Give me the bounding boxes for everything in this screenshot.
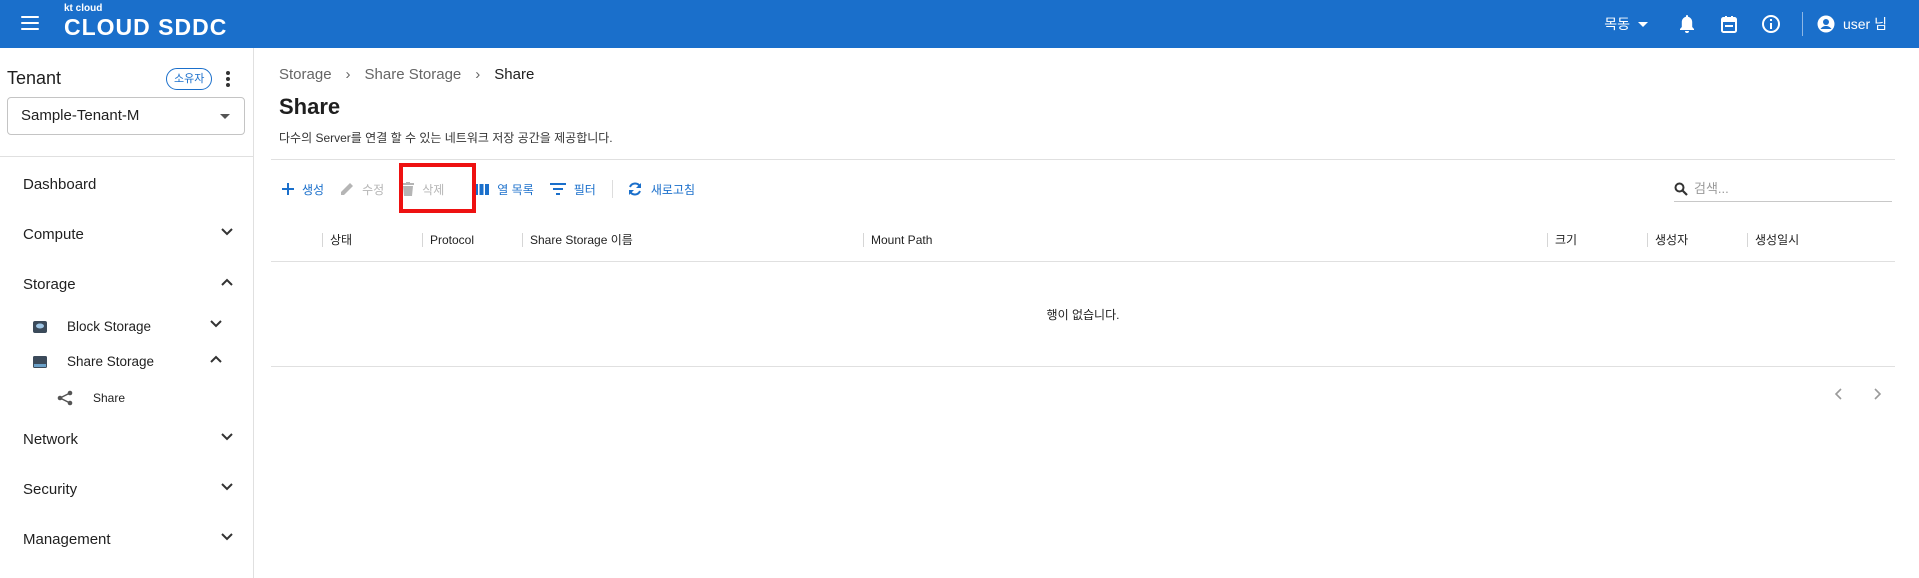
chevron-down-icon: [210, 320, 222, 328]
create-button-label: 생성: [302, 182, 325, 197]
share-icon: [57, 390, 73, 406]
owner-badge[interactable]: 소유자: [166, 68, 213, 90]
sidebar-item-security[interactable]: Security: [23, 481, 233, 498]
sidebar-item-share-storage[interactable]: Share Storage: [32, 354, 222, 369]
breadcrumb-storage[interactable]: Storage: [279, 66, 332, 83]
topbar-divider: [1801, 12, 1803, 36]
tenant-select-value: Sample-Tenant-M: [21, 107, 140, 124]
sidebar-divider: [0, 156, 253, 157]
sidebar-item-label: Dashboard: [23, 176, 97, 193]
chevron-right-icon: ›: [475, 66, 481, 83]
chevron-down-icon: [221, 483, 233, 491]
user-name: user 님: [1842, 16, 1887, 32]
refresh-button[interactable]: 새로고침: [627, 181, 695, 198]
column-header-protocol[interactable]: Protocol: [422, 233, 474, 247]
refresh-button-label: 새로고침: [650, 182, 696, 197]
edit-button[interactable]: 수정: [340, 181, 384, 198]
toolbar-divider: [611, 180, 613, 198]
chevron-down-icon: [221, 433, 233, 441]
edit-button-label: 수정: [362, 182, 385, 197]
block-storage-icon: [33, 320, 47, 333]
sidebar-item-label: Storage: [23, 276, 76, 293]
chevron-right-icon[interactable]: [1869, 386, 1885, 402]
sidebar-item-compute[interactable]: Compute: [23, 226, 233, 243]
refresh-icon: [628, 182, 641, 196]
delete-highlight-box: [399, 163, 476, 213]
chevron-right-icon: ›: [345, 66, 351, 83]
info-icon[interactable]: [1760, 13, 1782, 35]
caret-down-icon: [220, 114, 230, 119]
page-title: Share: [279, 94, 341, 119]
sidebar-item-label: Share: [93, 391, 126, 405]
tenant-title: Tenant: [7, 68, 62, 88]
sidebar-item-label: Network: [23, 431, 79, 448]
sidebar: Tenant 소유자 Sample-Tenant-M Dashboard Com…: [0, 48, 254, 578]
top-app-bar: kt cloud CLOUD SDDC 목동 user 님: [0, 0, 1919, 48]
more-vert-icon[interactable]: [225, 71, 231, 87]
sidebar-item-label: Compute: [23, 226, 84, 243]
sidebar-item-dashboard[interactable]: Dashboard: [23, 176, 233, 193]
grid-toolbar: 생성 수정 삭제 열 목록 필터 새로고침: [282, 178, 711, 200]
sidebar-item-label: Management: [23, 531, 111, 548]
column-header-mount-path[interactable]: Mount Path: [863, 233, 932, 247]
create-button[interactable]: 생성: [282, 181, 324, 198]
pencil-icon: [341, 183, 354, 195]
content-divider: [271, 159, 1895, 160]
search-icon: [1674, 182, 1688, 196]
logo-small-text: kt cloud: [64, 3, 103, 14]
sidebar-item-label: Share Storage: [67, 354, 155, 369]
chevron-down-icon: [221, 228, 233, 236]
page-description: 다수의 Server를 연결 할 수 있는 네트워크 저장 공간을 제공합니다.: [279, 131, 613, 145]
breadcrumb-share: Share: [494, 66, 535, 83]
sidebar-item-block-storage[interactable]: Block Storage: [32, 319, 222, 334]
sidebar-item-management[interactable]: Management: [23, 531, 233, 548]
share-storage-icon: [33, 355, 47, 368]
sidebar-item-storage[interactable]: Storage: [23, 276, 233, 293]
logo-main-text: CLOUD SDDC: [64, 14, 228, 40]
chevron-up-icon: [210, 355, 222, 363]
grid-header: 상태 Protocol Share Storage 이름 Mount Path …: [271, 222, 1895, 262]
filter-button[interactable]: 필터: [549, 181, 596, 198]
tenant-select[interactable]: Sample-Tenant-M: [7, 97, 245, 135]
filter-icon: [549, 183, 566, 195]
sidebar-item-label: Security: [23, 481, 78, 498]
column-header-creator[interactable]: 생성자: [1647, 233, 1688, 247]
sidebar-item-label: Block Storage: [67, 319, 152, 334]
chevron-down-icon: [221, 533, 233, 541]
search-box[interactable]: [1674, 176, 1892, 202]
breadcrumb-share-storage[interactable]: Share Storage: [365, 66, 462, 83]
app-logo[interactable]: kt cloud CLOUD SDDC: [64, 3, 228, 41]
empty-message: 행이 없습니다.: [1046, 307, 1120, 322]
breadcrumb: Storage › Share Storage › Share: [279, 66, 534, 83]
menu-icon[interactable]: [21, 16, 39, 30]
chevron-left-icon[interactable]: [1831, 386, 1847, 402]
column-header-share-storage-name[interactable]: Share Storage 이름: [522, 233, 633, 247]
column-header-status[interactable]: 상태: [322, 233, 352, 247]
caret-down-icon: [1637, 21, 1648, 27]
user-menu[interactable]: user 님: [1817, 14, 1887, 34]
region-label: 목동: [1604, 16, 1630, 32]
view-column-icon: [474, 183, 490, 195]
calendar-icon[interactable]: [1718, 13, 1740, 35]
bell-icon[interactable]: [1676, 13, 1698, 35]
region-selector[interactable]: 목동: [1604, 14, 1648, 34]
sidebar-item-share[interactable]: Share: [57, 390, 125, 406]
search-input[interactable]: [1694, 181, 1884, 196]
account-circle-icon: [1817, 15, 1835, 33]
sidebar-item-network[interactable]: Network: [23, 431, 233, 448]
grid-empty-state: 행이 없습니다.: [271, 262, 1895, 367]
columns-button[interactable]: 열 목록: [474, 181, 534, 198]
columns-button-label: 열 목록: [497, 182, 534, 197]
filter-button-label: 필터: [573, 182, 596, 197]
chevron-up-icon: [221, 278, 233, 286]
column-header-created-at[interactable]: 생성일시: [1747, 233, 1799, 247]
plus-icon: [282, 183, 294, 195]
column-header-size[interactable]: 크기: [1547, 233, 1577, 247]
